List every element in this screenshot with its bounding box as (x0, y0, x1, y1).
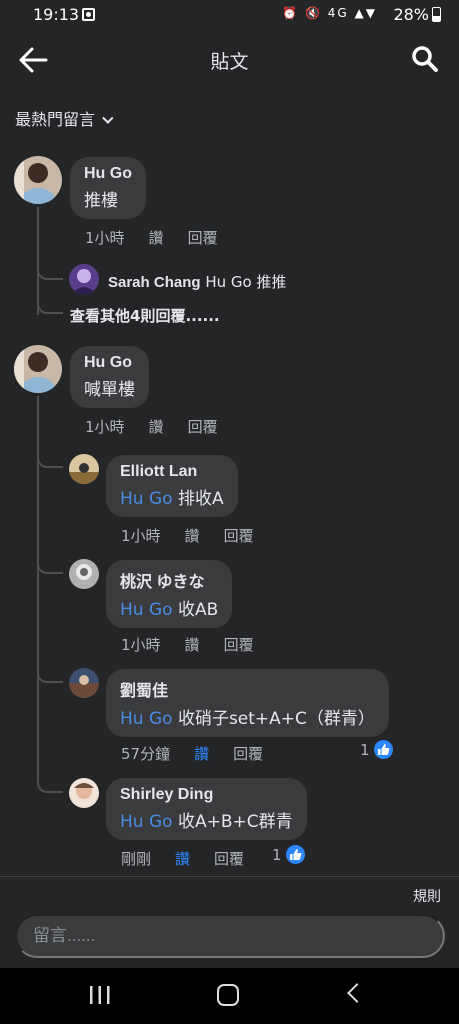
thread-connector (37, 556, 63, 574)
battery-icon (432, 7, 441, 22)
like-button[interactable]: 讚 (194, 745, 209, 763)
reply-button[interactable]: 回覆 (214, 850, 244, 868)
comment-author[interactable]: Hu Go (84, 354, 135, 372)
reply-author[interactable]: 桃沢 ゆきな (120, 568, 218, 592)
comment-actions: 1小時 讚 回覆 (85, 227, 242, 248)
back-nav-icon[interactable] (347, 983, 367, 1003)
reply-actions: 剛剛 讚 回覆 (121, 848, 268, 869)
notification-icon (82, 8, 95, 21)
reply-time: 57分鐘 (121, 745, 171, 763)
reply-text: Hu Go 收硝子set+A+C（群青） (120, 704, 375, 729)
reply-author[interactable]: 劉蜀佳 (120, 677, 375, 701)
reply-body: 收A+B+C群青 (177, 812, 293, 832)
thumbs-up-icon (285, 845, 305, 864)
screen: 19:13 ⏰ 🔇 4G ▲▼ 28% 貼文 最熱門留言 Hu Go 推樓 1小… (0, 0, 459, 1024)
comment-bubble[interactable]: Hu Go 推樓 (70, 157, 146, 219)
avatar[interactable] (69, 264, 99, 294)
mention-link[interactable]: Hu Go (120, 489, 173, 509)
reply-text: Hu Go 收A+B+C群青 (120, 807, 293, 832)
avatar[interactable] (69, 668, 99, 698)
avatar[interactable] (69, 559, 99, 589)
reply-text: Hu Go 收AB (120, 595, 218, 620)
thumbs-up-icon (373, 740, 393, 759)
like-button[interactable]: 讚 (175, 850, 190, 868)
reply-body: 排收A (177, 489, 224, 509)
reply-author[interactable]: Shirley Ding (120, 786, 293, 804)
like-button[interactable]: 讚 (185, 527, 200, 545)
search-icon[interactable] (411, 45, 439, 73)
divider (0, 876, 459, 877)
like-button[interactable]: 讚 (185, 636, 200, 654)
thread-connector (37, 665, 63, 683)
like-count[interactable]: 1 (360, 740, 393, 759)
page-title: 貼文 (210, 51, 249, 73)
comment-input[interactable] (15, 914, 445, 958)
comment-actions: 1小時 讚 回覆 (85, 416, 242, 437)
sort-dropdown[interactable]: 最熱門留言 (15, 106, 114, 130)
like-button[interactable]: 讚 (149, 418, 164, 436)
rules-link[interactable]: 規則 (413, 886, 441, 906)
reply-preview-author: Sarah Chang (108, 274, 201, 291)
reply-bubble[interactable]: 桃沢 ゆきな Hu Go 收AB (106, 560, 233, 628)
thread-connector (37, 296, 63, 314)
reply-bubble[interactable]: Shirley Ding Hu Go 收A+B+C群青 (106, 778, 307, 840)
status-time: 19:13 (33, 5, 80, 24)
reply-time: 1小時 (121, 527, 161, 545)
avatar[interactable] (14, 345, 62, 393)
reply-time: 1小時 (121, 636, 161, 654)
comment-time: 1小時 (85, 229, 125, 247)
reply-button[interactable]: 回覆 (224, 527, 254, 545)
reply-author[interactable]: Elliott Lan (120, 463, 224, 481)
reply-actions: 1小時 讚 回覆 (121, 525, 278, 546)
system-nav-bar (0, 968, 459, 1024)
reply-button[interactable]: 回覆 (233, 745, 263, 763)
thread-connector (37, 452, 63, 468)
comment-bubble[interactable]: Hu Go 喊單樓 (70, 346, 149, 408)
thread-connector (37, 775, 63, 793)
mention-link[interactable]: Hu Go (120, 600, 173, 620)
reply-button[interactable]: 回覆 (188, 229, 218, 247)
avatar[interactable] (14, 156, 62, 204)
reply-preview[interactable]: Sarah Chang Hu Go 推推 (108, 271, 286, 292)
reply-button[interactable]: 回覆 (188, 418, 218, 436)
mention-link[interactable]: Hu Go (120, 709, 173, 729)
comment-text: 推樓 (84, 191, 118, 211)
recent-apps-icon[interactable] (88, 985, 112, 1005)
like-count-value: 1 (272, 845, 282, 864)
reply-actions: 57分鐘 讚 回覆 (121, 743, 287, 764)
battery-percent: 28% (393, 5, 429, 24)
reply-body: 收AB (177, 600, 219, 620)
reply-bubble[interactable]: Elliott Lan Hu Go 排收A (106, 455, 238, 517)
like-button[interactable]: 讚 (149, 229, 164, 247)
sort-label: 最熱門留言 (15, 110, 96, 129)
reply-body: 收硝子set+A+C（群青） (177, 709, 375, 729)
chevron-down-icon (102, 112, 114, 124)
reply-time: 剛剛 (121, 850, 152, 868)
reply-bubble[interactable]: 劉蜀佳 Hu Go 收硝子set+A+C（群青） (106, 669, 389, 737)
app-header: 貼文 (0, 30, 459, 88)
reply-actions: 1小時 讚 回覆 (121, 634, 278, 655)
avatar[interactable] (69, 778, 99, 808)
reply-preview-text: Hu Go 推推 (205, 273, 287, 291)
like-count-value: 1 (360, 740, 370, 759)
reply-text: Hu Go 排收A (120, 484, 224, 509)
like-count[interactable]: 1 (272, 845, 305, 864)
reply-button[interactable]: 回覆 (224, 636, 254, 654)
comment-time: 1小時 (85, 418, 125, 436)
avatar[interactable] (69, 454, 99, 484)
home-icon[interactable] (217, 984, 239, 1006)
status-icons: ⏰ 🔇 4G ▲▼ (282, 6, 377, 20)
view-more-replies-link[interactable]: 查看其他4則回覆...... (70, 305, 220, 326)
comment-author[interactable]: Hu Go (84, 165, 132, 183)
status-bar: 19:13 ⏰ 🔇 4G ▲▼ 28% (0, 0, 459, 30)
thread-connector (37, 262, 63, 280)
comment-text: 喊單樓 (84, 380, 135, 400)
mention-link[interactable]: Hu Go (120, 812, 173, 832)
